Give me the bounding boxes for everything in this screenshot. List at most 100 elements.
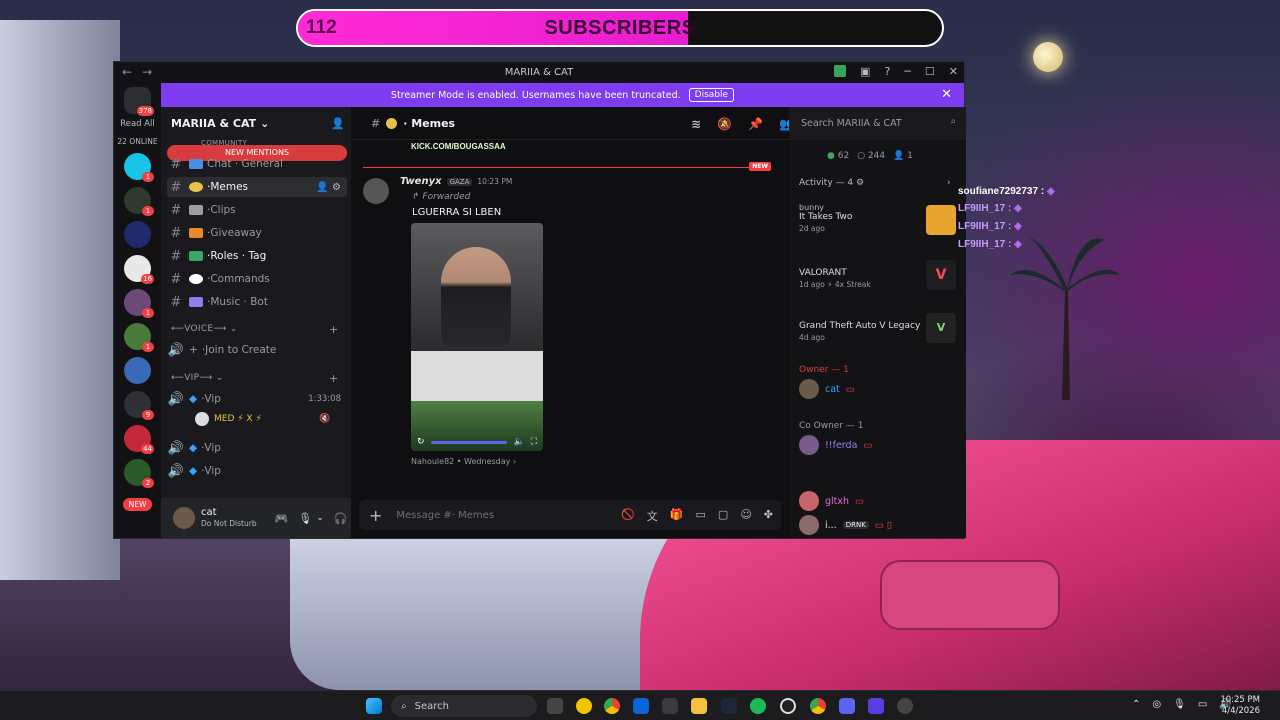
obs-icon[interactable] [780, 698, 796, 714]
forward-arrow-icon[interactable]: → [142, 65, 152, 79]
add-channel-icon[interactable]: + [329, 372, 339, 385]
avatar[interactable] [363, 178, 389, 204]
voice-join-to-create[interactable]: 🔊 + · Join to Create [167, 340, 347, 360]
close-banner-icon[interactable]: ✕ [941, 87, 952, 102]
server-icon-1[interactable]: 1 [124, 153, 154, 182]
chrome-icon[interactable] [810, 698, 826, 714]
channel-giveaway[interactable]: # · Giveaway [167, 223, 347, 243]
chevron-down-icon[interactable]: ⌄ [316, 513, 324, 523]
chevron-up-icon[interactable]: ⌃ [1132, 699, 1140, 710]
clock[interactable]: 10:25 PM 4/4/2026 [1220, 695, 1260, 717]
kick-link-embed[interactable]: KICK.COM/BOUGASSAA [411, 142, 506, 151]
game-controller-icon[interactable]: 🎮 [275, 512, 289, 525]
activity-card[interactable]: Grand Theft Auto V Legacy 4d ago V [799, 311, 956, 343]
voice-vip-1[interactable]: 🔊 ◆ · Vip 1:33:08 [167, 389, 347, 409]
read-all-button[interactable]: Read All [114, 119, 161, 129]
server-icon-9[interactable]: 44 [124, 425, 154, 454]
server-icon-2[interactable]: 1 [124, 187, 154, 216]
attach-plus-icon[interactable]: + [369, 506, 382, 525]
add-channel-icon[interactable]: + [329, 323, 339, 336]
store-icon[interactable] [662, 698, 678, 714]
file-explorer-icon[interactable] [691, 698, 707, 714]
message-composer[interactable]: + Message #· Memes 🚫 文 🎁 ▭ ▢ ☺ ✤ [359, 500, 781, 530]
fullscreen-icon[interactable]: ⛶ [531, 437, 537, 447]
avatar[interactable] [173, 507, 195, 529]
server-icon-10[interactable]: 2 [124, 459, 154, 488]
threads-icon[interactable]: ≋ [691, 117, 701, 131]
obs-tray-icon[interactable]: ◎ [1152, 699, 1161, 710]
notifications-muted-icon[interactable]: 🔕 [717, 117, 732, 131]
taskbar-search[interactable]: ⌕ Search [391, 695, 537, 717]
mute-icon[interactable]: 🚫 [621, 508, 635, 524]
task-view-icon[interactable] [547, 698, 563, 714]
headphones-icon[interactable]: 🎧 [334, 512, 348, 525]
server-icon-5[interactable]: 1 [124, 289, 154, 318]
search-input[interactable]: Search MARIIA & CAT [801, 118, 902, 129]
chrome-icon[interactable] [604, 698, 620, 714]
sticker-icon[interactable]: ▢ [718, 508, 728, 524]
apps-icon[interactable]: ✤ [764, 508, 773, 524]
network-icon[interactable]: ▭ [1198, 699, 1207, 710]
microphone-icon[interactable]: 🎙 [298, 512, 312, 525]
gift-icon[interactable]: 🎁 [670, 508, 684, 524]
server-search[interactable]: Search MARIIA & CAT ⌕ [789, 107, 966, 140]
activity-header[interactable]: Activity — 4 ⚙ › [799, 178, 951, 188]
add-friend-icon[interactable]: 👤 [331, 117, 345, 130]
help-icon[interactable]: ? [884, 65, 890, 78]
server-icon-6[interactable]: 1 [124, 323, 154, 352]
minimize-icon[interactable]: ─ [904, 65, 911, 78]
channel-memes[interactable]: # · Memes 👤 ⚙ [167, 177, 347, 197]
steam-icon[interactable] [721, 698, 737, 714]
forward-source[interactable]: Nahoule82 • Wednesday › [411, 457, 516, 466]
message-input[interactable]: Message #· Memes [396, 510, 494, 521]
translate-icon[interactable]: 文 [647, 508, 658, 524]
channel-music-bot[interactable]: # · Music · Bot [167, 292, 347, 312]
spotify-icon[interactable] [750, 698, 766, 714]
emoji-icon[interactable]: ☺ [740, 508, 751, 524]
server-icon-4[interactable]: 16 [124, 255, 154, 284]
member-row[interactable]: gltxh ▭ [799, 491, 864, 511]
direct-messages-button[interactable]: 378 [124, 87, 154, 116]
app-icon-1[interactable] [576, 698, 592, 714]
discord-icon[interactable] [839, 698, 855, 714]
microphone-icon[interactable]: 🎙 [1173, 699, 1186, 710]
member-row[interactable]: i... DRNK ▭ ▯ [799, 515, 892, 535]
avatar [799, 491, 819, 511]
pin-icon[interactable]: 📌 [748, 117, 763, 131]
activity-card[interactable]: bunny It Takes Two 2d ago [799, 203, 956, 235]
app-icon-3[interactable] [897, 698, 913, 714]
close-icon[interactable]: ✕ [949, 65, 958, 78]
channel-settings-icon[interactable]: 👤 ⚙ [316, 182, 341, 193]
volume-icon[interactable]: 🔈 [513, 437, 524, 447]
member-row[interactable]: !!ferda ▭ [799, 435, 872, 455]
activity-card[interactable]: VALORANT 1d ago ⚡ 4x Streak V [799, 258, 956, 290]
voice-user-row[interactable]: MED ⚡ X ⚡ 🔇 [195, 412, 330, 426]
channel-roles-tag[interactable]: # · Roles · Tag [167, 246, 347, 266]
category-voice[interactable]: ⟵VOICE⟶ ⌄ + [171, 323, 338, 336]
server-icon-3[interactable] [124, 221, 151, 248]
app-icon-2[interactable] [868, 698, 884, 714]
server-header[interactable]: MARIIA & CAT ⌄ 👤 [161, 107, 351, 140]
nitro-icon[interactable] [834, 65, 847, 77]
video-attachment[interactable]: ↻ 🔈 ⛶ [411, 223, 543, 451]
maximize-icon[interactable]: ☐ [925, 65, 935, 78]
new-unreads-pill[interactable]: NEW [123, 498, 152, 511]
server-icon-8[interactable]: 9 [124, 391, 154, 420]
inbox-icon[interactable]: ▣ [860, 65, 870, 78]
replay-icon[interactable]: ↻ [417, 437, 425, 447]
channel-commands[interactable]: # · Commands [167, 269, 347, 289]
back-arrow-icon[interactable]: ← [122, 65, 132, 79]
message-author[interactable]: Twenyx [400, 176, 442, 187]
channel-chat-general[interactable]: # Chat · General [167, 157, 347, 171]
start-icon[interactable] [366, 698, 382, 714]
channel-clips[interactable]: # · Clips [167, 200, 347, 220]
outlook-icon[interactable] [633, 698, 649, 714]
category-vip[interactable]: ⟵VIP⟶ ⌄ + [171, 372, 338, 385]
video-progress-bar[interactable] [430, 440, 508, 444]
server-icon-7[interactable] [124, 357, 151, 384]
member-row[interactable]: cat ▭ [799, 379, 855, 399]
disable-streamer-mode-button[interactable]: Disable [688, 88, 735, 102]
gif-icon[interactable]: ▭ [696, 508, 706, 524]
voice-vip-3[interactable]: 🔊 ◆ · Vip [167, 461, 347, 481]
voice-vip-2[interactable]: 🔊 ◆ · Vip [167, 438, 347, 458]
